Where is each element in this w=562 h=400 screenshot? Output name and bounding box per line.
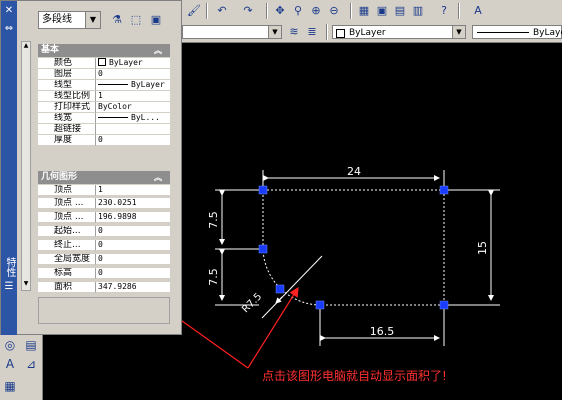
dim-text-top: 24 — [347, 165, 361, 178]
scroll-down-icon[interactable]: ▼ — [22, 280, 30, 290]
grip-point[interactable] — [275, 284, 285, 294]
prop-row[interactable]: 线型 ByLayer — [38, 80, 170, 91]
palette-title-bar[interactable]: ✕ ⇔ ☰ 特性 — [1, 1, 17, 336]
dim-text-right: 15 — [476, 241, 489, 255]
dim-text-bottom: 16.5 — [370, 325, 395, 338]
description-pane — [38, 297, 170, 324]
section-geometry-header[interactable]: 几何图形 ︽ — [38, 171, 170, 184]
annotation-text: 点击该图形电脑就自动显示面积了! — [262, 369, 447, 383]
grip-point[interactable] — [439, 300, 449, 310]
scroll-up-icon[interactable]: ▲ — [22, 42, 30, 52]
prop-row[interactable]: 顶点 ... 230.0251 — [38, 198, 170, 209]
prop-row[interactable]: 全局宽度 0 — [38, 254, 170, 265]
chevron-down-icon[interactable]: ▼ — [85, 12, 100, 28]
autohide-icon[interactable]: ⇔ — [3, 23, 15, 35]
polyline-shape[interactable] — [262, 189, 445, 306]
region-icon[interactable]: ◎ — [3, 338, 17, 352]
prop-row[interactable]: 终止... 0 — [38, 240, 170, 251]
prop-row[interactable]: 线宽 ByL... — [38, 113, 170, 124]
dim-text-left-lower: 7.5 — [207, 268, 220, 286]
prop-row[interactable]: 厚度 0 — [38, 135, 170, 146]
grip-point[interactable] — [258, 244, 268, 254]
mtext-icon[interactable]: A — [3, 357, 17, 371]
grip-point[interactable] — [439, 185, 449, 195]
grips[interactable] — [258, 185, 449, 310]
select-objects-icon[interactable]: ⬚ — [128, 12, 144, 28]
prop-row[interactable]: 颜色 ByLayer — [38, 58, 170, 69]
prop-row[interactable]: 图层 0 — [38, 69, 170, 80]
dimension-lines — [215, 170, 500, 346]
prop-row-area[interactable]: 面积 347.9286 — [38, 282, 170, 293]
palette-menu-icon[interactable]: ☰ — [3, 281, 15, 293]
prop-row[interactable]: 标高 0 — [38, 268, 170, 279]
prop-row[interactable]: 超链接 — [38, 124, 170, 135]
hatch-icon[interactable]: ▤ — [24, 338, 38, 352]
object-type-select[interactable]: 多段线 ▼ — [38, 11, 101, 29]
properties-palette: ✕ ⇔ ☰ 特性 ▲ ▼ 多段线 ▼ ⚗ ⬚ ▣ 基本 ︽ 颜色 ByLayer… — [0, 0, 182, 336]
draw-toolbar: ◎ ▤ A ⊿ ▦ — [0, 335, 43, 400]
dim-text-radius: R7.5 — [240, 291, 264, 315]
close-icon[interactable]: ✕ — [3, 5, 15, 17]
dimension-icon[interactable]: ⊿ — [24, 357, 38, 371]
prop-row[interactable]: 顶点 1 — [38, 185, 170, 196]
prop-row[interactable]: 打印样式 ByColor — [38, 102, 170, 113]
prop-row[interactable]: 顶点 ... 196.9898 — [38, 212, 170, 223]
collapse-icon[interactable]: ︽ — [154, 44, 162, 57]
dim-text-left-upper: 7.5 — [207, 211, 220, 229]
section-general-header[interactable]: 基本 ︽ — [38, 44, 170, 57]
prop-row[interactable]: 线型比例 1 — [38, 91, 170, 102]
toggle-pickadd-icon[interactable]: ⚗ — [109, 12, 125, 28]
table-icon[interactable]: ▦ — [3, 379, 17, 393]
palette-scrollbar[interactable]: ▲ ▼ — [21, 41, 31, 291]
grip-point[interactable] — [315, 300, 325, 310]
color-swatch — [98, 58, 106, 66]
collapse-icon[interactable]: ︽ — [154, 171, 162, 184]
palette-title: 特性 — [4, 257, 15, 277]
prop-row[interactable]: 起始... 0 — [38, 226, 170, 237]
quick-select-icon[interactable]: ▣ — [148, 12, 164, 28]
grip-point[interactable] — [258, 185, 268, 195]
